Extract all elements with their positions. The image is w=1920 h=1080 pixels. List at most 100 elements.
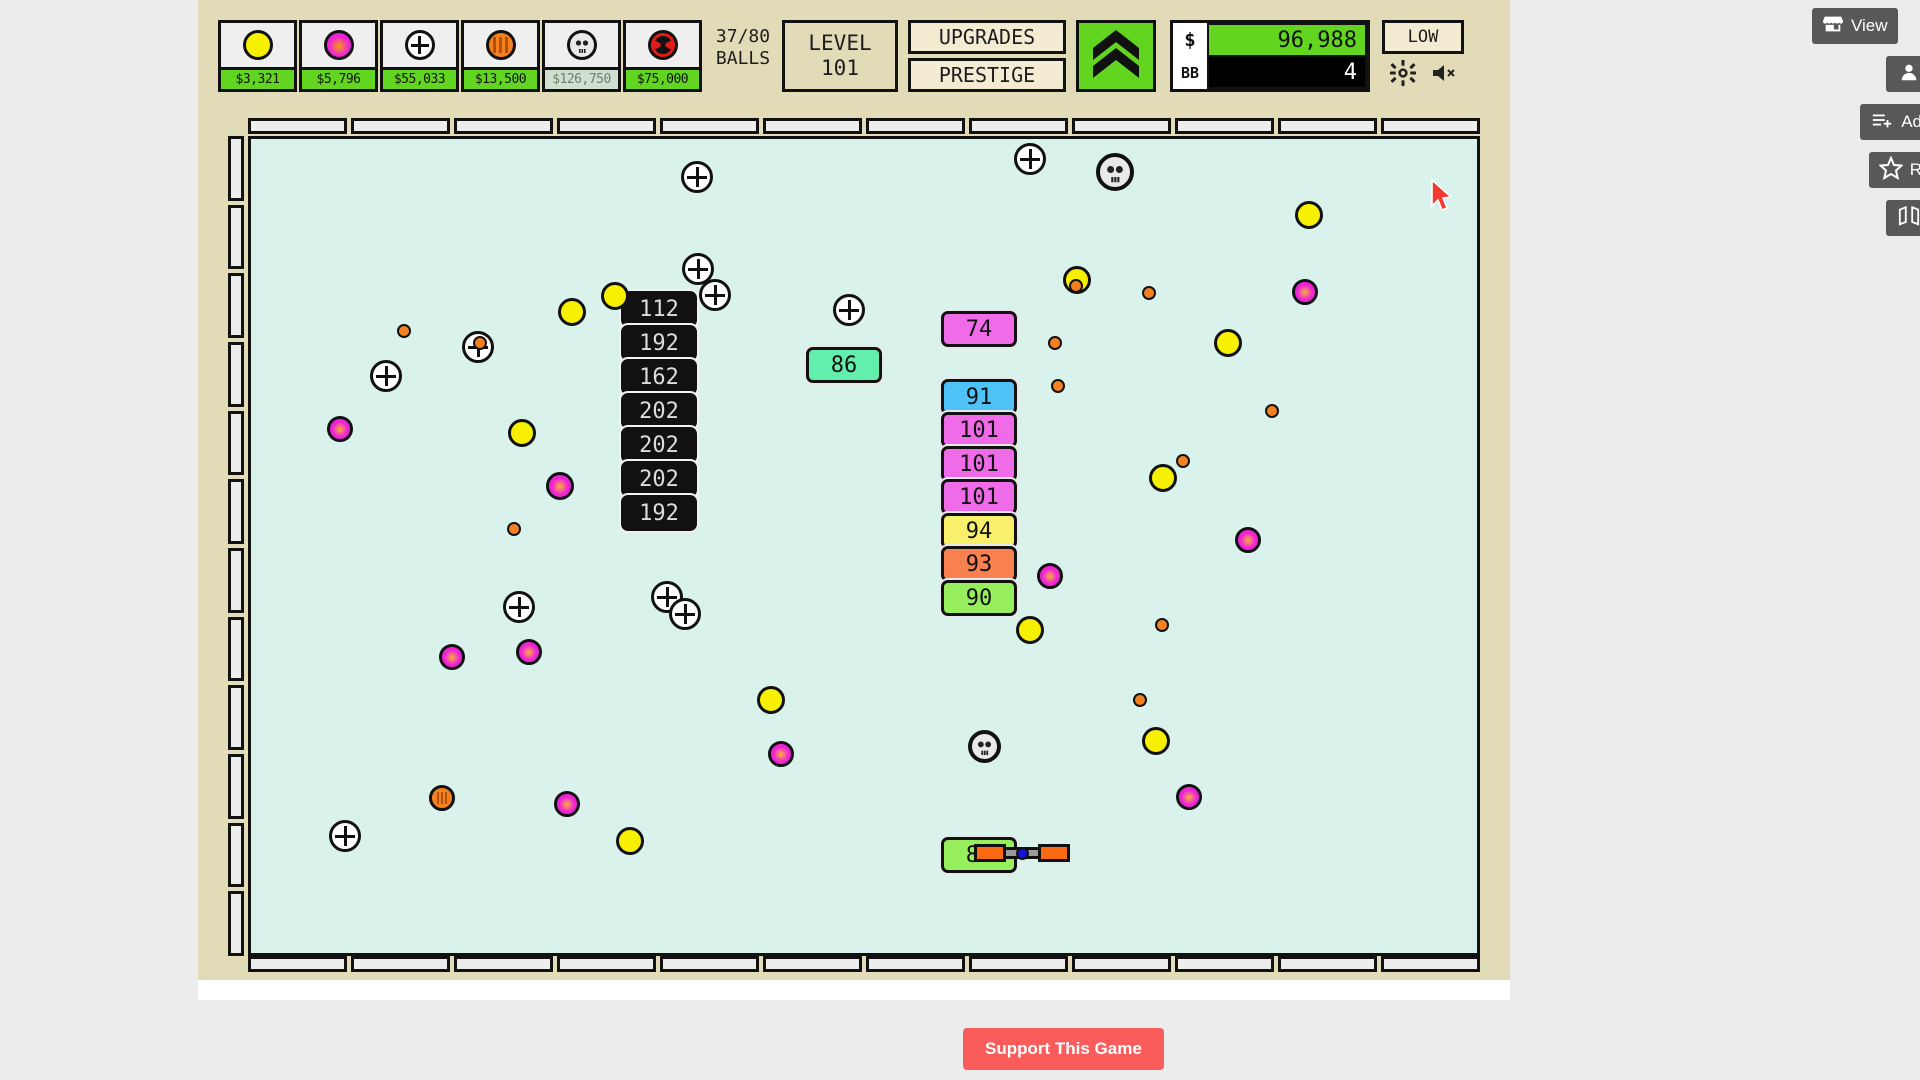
ball-upgrade-plus[interactable]: $55,033 [380,20,459,92]
yellow-ball [757,686,785,714]
ball-price-magenta: $5,796 [299,70,378,92]
magenta-ball [516,639,542,665]
page-root: $3,321 $5,796 $55,033 $13,500 $126,750 $… [0,0,1920,1080]
plus-ball [1014,143,1046,175]
rail-map-button[interactable] [1886,200,1920,236]
color-block[interactable]: 101 [941,446,1017,482]
rail-view-label: View [1851,16,1888,35]
paddle-left-segment [974,844,1006,862]
border-top [248,118,1480,134]
plus-ball [699,279,731,311]
magenta-ball [546,472,574,500]
playfield-wrapper: 112 192 162 202 202 202 192 86 74 91 101 101 101 94 93… [220,110,1488,980]
dark-block[interactable]: 202 [621,427,697,463]
dark-block[interactable]: 112 [621,291,697,327]
dark-block[interactable]: 202 [621,461,697,497]
itch-side-rail: View Ad R [1800,8,1920,248]
plus-ball [329,820,361,852]
top-toolbar: $3,321 $5,796 $55,033 $13,500 $126,750 $… [218,20,1490,100]
border-bottom [248,956,1480,972]
color-block[interactable]: 94 [941,513,1017,549]
color-block[interactable]: 91 [941,379,1017,415]
currency-values: 96,988 4 [1207,23,1367,89]
balls-count-value: 37/80 [715,25,771,47]
dark-block[interactable]: 162 [621,359,697,395]
settings-icon-row [1382,54,1464,92]
dark-block[interactable]: 202 [621,393,697,429]
level-label: LEVEL [808,30,872,55]
plus-ball [681,161,713,193]
color-block[interactable]: 93 [941,546,1017,582]
bb-value: 4 [1207,57,1367,89]
orange-small-ball [1048,336,1062,350]
user-icon [1898,61,1920,88]
ball-price-skull: $126,750 [542,70,621,92]
paddle-right-segment [1038,844,1070,862]
game-stage: $3,321 $5,796 $55,033 $13,500 $126,750 $… [198,0,1510,980]
currency-labels: $ BB [1173,23,1207,89]
skull-ball [1096,153,1134,191]
orange-small-ball [1051,379,1065,393]
orange-small-ball [1069,279,1083,293]
magenta-ball [1235,527,1261,553]
magenta-ball [327,416,353,442]
yellow-ball [1142,727,1170,755]
orange-small-ball [1176,454,1190,468]
dark-block[interactable]: 192 [621,495,697,531]
upgrades-button[interactable]: UPGRADES [908,20,1066,54]
color-block[interactable]: 86 [806,347,882,383]
rail-add-collection-button[interactable]: Ad [1860,104,1920,140]
orange-small-ball [397,324,411,338]
orange-small-ball [1142,286,1156,300]
magenta-ball [1037,563,1063,589]
gear-icon[interactable] [1389,59,1417,92]
striped-ball-icon [461,20,540,70]
skull-ball [968,730,1001,763]
yellow-ball-icon [218,20,297,70]
plus-ball-icon [380,20,459,70]
yellow-ball [616,827,644,855]
add-to-collection-icon [1870,109,1894,136]
color-block[interactable]: 74 [941,311,1017,347]
ball-upgrade-striped[interactable]: $13,500 [461,20,540,92]
paddle[interactable] [974,844,1070,862]
magenta-ball [554,791,580,817]
ball-upgrade-yellow[interactable]: $3,321 [218,20,297,92]
color-block[interactable]: 101 [941,412,1017,448]
rail-profile-button[interactable] [1886,56,1920,92]
quality-toggle-button[interactable]: LOW [1382,20,1464,54]
orange-small-ball [1155,618,1169,632]
bb-symbol: BB [1180,63,1200,82]
yellow-ball [1214,329,1242,357]
fast-forward-button[interactable] [1076,20,1156,92]
support-this-game-button[interactable]: Support This Game [963,1028,1164,1070]
game-frame: $3,321 $5,796 $55,033 $13,500 $126,750 $… [198,0,1510,1070]
ball-upgrade-skull[interactable]: $126,750 [542,20,621,92]
magenta-ball [439,644,465,670]
orange-small-ball [1133,693,1147,707]
currency-panel: $ BB 96,988 4 [1170,20,1370,92]
border-left [228,136,244,957]
speaker-mute-icon[interactable] [1431,61,1457,90]
itch-store-icon [1822,13,1844,40]
game-field[interactable]: 112 192 162 202 202 202 192 86 74 91 101 101 101 94 93… [248,136,1480,956]
settings-controls: LOW [1382,20,1464,92]
prestige-button[interactable]: PRESTIGE [908,58,1066,92]
money-value: 96,988 [1207,23,1367,57]
ball-price-yellow: $3,321 [218,70,297,92]
ball-price-striped: $13,500 [461,70,540,92]
money-symbol: $ [1184,28,1196,51]
color-block[interactable]: 90 [941,580,1017,616]
magenta-ball [1176,784,1202,810]
color-block[interactable]: 101 [941,479,1017,515]
rail-rate-button[interactable]: R [1868,152,1920,188]
ball-upgrade-magenta[interactable]: $5,796 [299,20,378,92]
paddle-knob [1016,847,1029,860]
rail-view-button[interactable]: View [1812,8,1898,44]
orange-small-ball [1265,404,1279,418]
ball-upgrade-radioactive[interactable]: $75,000 [623,20,702,92]
plus-ball [370,360,402,392]
magenta-ball-icon [299,20,378,70]
radioactive-ball-icon [623,20,702,70]
dark-block[interactable]: 192 [621,325,697,361]
